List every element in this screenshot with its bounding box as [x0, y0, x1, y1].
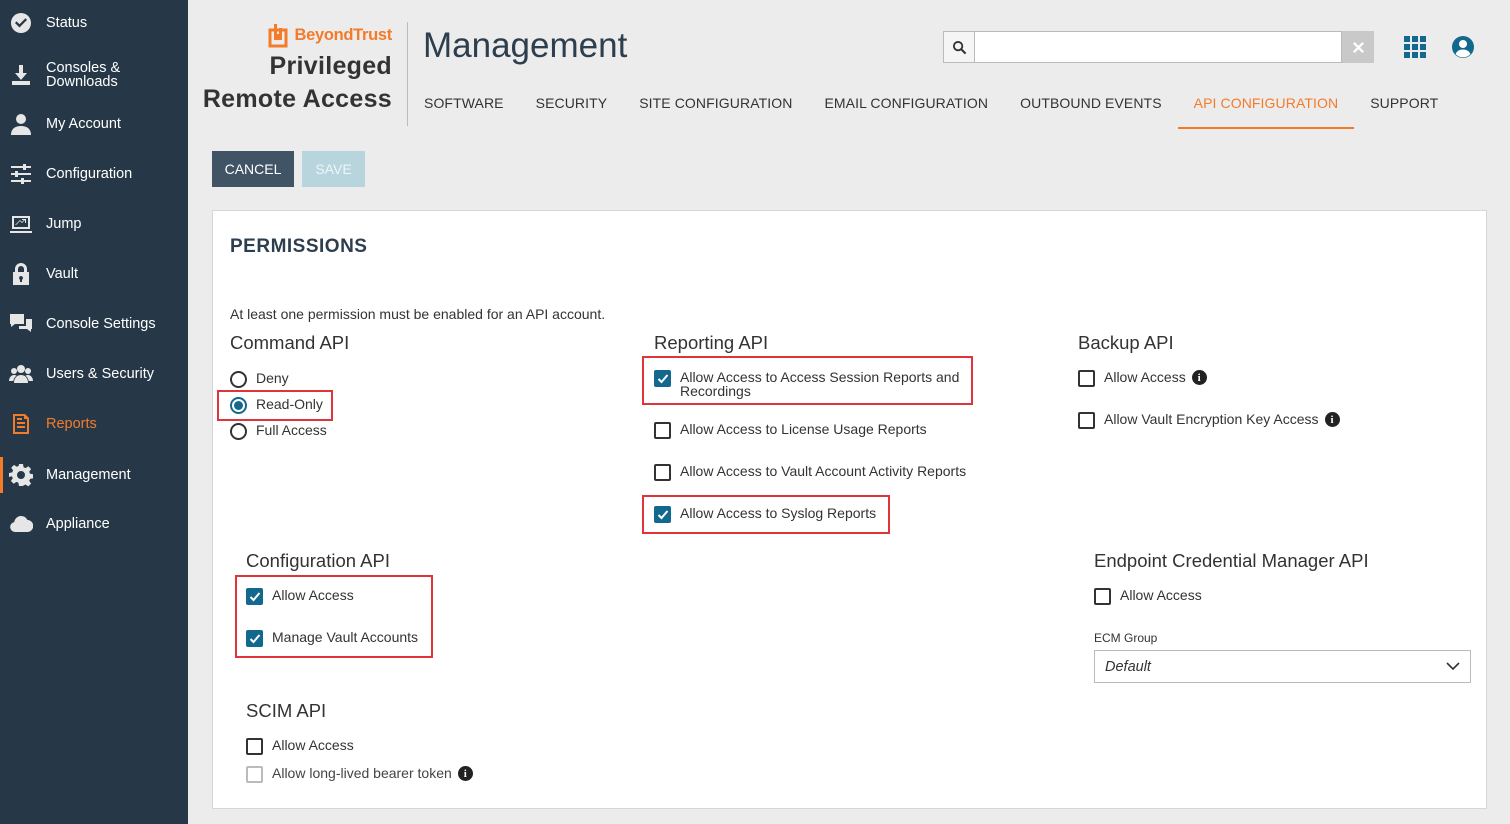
command-api-deny-option[interactable]: Deny [230, 371, 289, 388]
license-reports-option[interactable]: Allow Access to License Usage Reports [654, 422, 927, 439]
sliders-icon [8, 161, 34, 187]
sidebar-item-management[interactable]: Management [0, 457, 188, 493]
sidebar-item-status[interactable]: Status [0, 10, 188, 36]
report-icon [8, 411, 34, 437]
deny-radio[interactable] [230, 371, 247, 388]
highlight-box [217, 390, 333, 421]
tab-api-configuration[interactable]: API CONFIGURATION [1177, 80, 1355, 129]
ecm-allow-access-option[interactable]: Allow Access [1094, 588, 1202, 605]
tab-site-configuration[interactable]: SITE CONFIGURATION [623, 80, 808, 129]
backup-allow-access-option[interactable]: Allow Access i [1078, 370, 1207, 387]
download-icon [8, 62, 34, 88]
configuration-api-title: Configuration API [246, 550, 390, 571]
cancel-button[interactable]: CANCEL [212, 151, 294, 187]
vault-encryption-key-checkbox[interactable] [1078, 412, 1095, 429]
tab-support[interactable]: SUPPORT [1354, 80, 1454, 129]
full-access-radio[interactable] [230, 423, 247, 440]
users-icon [8, 361, 34, 387]
info-icon[interactable]: i [1191, 370, 1207, 385]
reporting-api-title: Reporting API [654, 332, 769, 353]
highlight-box [235, 575, 433, 658]
sidebar-item-label: Users & Security [46, 366, 154, 382]
tab-software[interactable]: SOFTWARE [408, 80, 520, 129]
save-button[interactable]: SAVE [302, 151, 365, 187]
sidebar-item-label: Jump [46, 216, 82, 232]
search-icon [952, 40, 966, 54]
product-name-line1: Privileged [269, 52, 392, 80]
close-icon [1352, 41, 1364, 53]
sidebar-item-configuration[interactable]: Configuration [0, 161, 188, 187]
bearer-token-option[interactable]: Allow long-lived bearer token i [246, 766, 473, 783]
sidebar-item-label: Appliance [46, 516, 110, 532]
tab-email-configuration[interactable]: EMAIL CONFIGURATION [808, 80, 1004, 129]
cloud-icon [8, 511, 34, 537]
sidebar-item-label: Reports [46, 416, 97, 432]
ecm-api-title: Endpoint Credential Manager API [1094, 550, 1369, 571]
sidebar-item-label: Vault [46, 266, 78, 282]
sidebar-item-users-security[interactable]: Users & Security [0, 361, 188, 387]
sidebar-item-label: Console Settings [46, 316, 156, 332]
sidebar-item-consoles-downloads[interactable]: Consoles & Downloads [0, 60, 188, 90]
ecm-group-value: Default [1105, 658, 1151, 675]
search-bar [943, 31, 1374, 63]
permissions-panel: PERMISSIONS At least one permission must… [212, 210, 1487, 809]
info-icon[interactable]: i [457, 766, 473, 781]
command-api-full-access-option[interactable]: Full Access [230, 423, 327, 440]
sidebar-item-label: Status [46, 15, 88, 31]
sidebar-item-vault[interactable]: Vault [0, 261, 188, 287]
user-profile-icon[interactable] [1451, 35, 1475, 59]
bearer-token-checkbox[interactable] [246, 766, 263, 783]
vault-reports-checkbox[interactable] [654, 464, 671, 481]
scim-allow-access-checkbox[interactable] [246, 738, 263, 755]
gear-icon [8, 462, 34, 488]
clear-search-button[interactable] [1342, 31, 1374, 63]
backup-allow-access-checkbox[interactable] [1078, 370, 1095, 387]
chevron-down-icon [1446, 662, 1460, 671]
search-input[interactable] [975, 31, 1342, 63]
brand-name: BeyondTrust [294, 25, 392, 44]
vault-encryption-key-option[interactable]: Allow Vault Encryption Key Access i [1078, 412, 1340, 429]
tab-security[interactable]: SECURITY [520, 80, 624, 129]
ecm-allow-access-checkbox[interactable] [1094, 588, 1111, 605]
sidebar-item-appliance[interactable]: Appliance [0, 511, 188, 537]
check-circle-icon [8, 10, 34, 36]
highlight-box [642, 495, 890, 534]
sidebar-item-label: My Account [46, 116, 121, 132]
info-icon[interactable]: i [1324, 412, 1340, 427]
backup-api-title: Backup API [1078, 332, 1174, 353]
sidebar-item-console-settings[interactable]: Console Settings [0, 311, 188, 337]
sidebar-item-label: Consoles & Downloads [46, 60, 121, 90]
ecm-group-label: ECM Group [1094, 631, 1158, 645]
management-tabs: SOFTWARE SECURITY SITE CONFIGURATION EMA… [408, 80, 1454, 129]
sidebar-item-jump[interactable]: Jump [0, 211, 188, 237]
scim-api-title: SCIM API [246, 700, 327, 721]
page-title: Management [423, 26, 628, 65]
license-reports-checkbox[interactable] [654, 422, 671, 439]
product-logo: BeyondTrust Privileged Remote Access [200, 22, 392, 114]
sidebar-item-reports[interactable]: Reports [0, 411, 188, 437]
sidebar: Status Consoles & Downloads My Account C… [0, 0, 188, 824]
tab-outbound-events[interactable]: OUTBOUND EVENTS [1004, 80, 1178, 129]
ecm-group-select[interactable]: Default [1094, 650, 1471, 683]
sidebar-item-label: Configuration [46, 166, 133, 182]
beyondtrust-logo-icon [268, 24, 288, 48]
product-name-line2: Remote Access [202, 85, 392, 113]
sidebar-item-label: Management [46, 467, 131, 483]
lock-icon [8, 261, 34, 287]
user-icon [8, 111, 34, 137]
permissions-note: At least one permission must be enabled … [230, 306, 606, 322]
apps-grid-icon[interactable] [1404, 36, 1426, 58]
scim-allow-access-option[interactable]: Allow Access [246, 738, 354, 755]
section-title: PERMISSIONS [230, 236, 368, 257]
command-api-title: Command API [230, 332, 350, 353]
vault-reports-option[interactable]: Allow Access to Vault Account Activity R… [654, 464, 966, 481]
chat-icon [8, 311, 34, 337]
search-button[interactable] [943, 31, 975, 63]
sidebar-item-my-account[interactable]: My Account [0, 111, 188, 137]
highlight-box [642, 356, 973, 405]
jump-icon [8, 211, 34, 237]
